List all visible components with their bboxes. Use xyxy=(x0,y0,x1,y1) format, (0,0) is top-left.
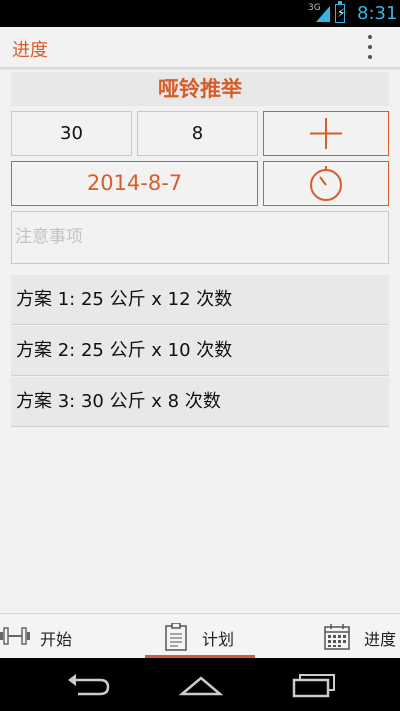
date-button[interactable]: 2014-8-7 xyxy=(11,161,258,206)
plan-item-2[interactable]: 方案 2: 25 公斤 x 10 次数 xyxy=(11,326,389,376)
tab-progress[interactable]: 进度 xyxy=(322,614,400,659)
home-icon[interactable] xyxy=(176,670,226,700)
overflow-menu-icon[interactable] xyxy=(360,33,380,61)
notes-field[interactable]: 注意事项 xyxy=(11,211,389,264)
status-bar: 3G ⚡ 8:31 xyxy=(0,0,400,27)
back-icon[interactable] xyxy=(64,670,114,700)
signal-icon xyxy=(316,6,330,22)
exercise-title: 哑铃推举 xyxy=(11,72,389,106)
system-nav-bar xyxy=(0,658,400,711)
timer-button[interactable] xyxy=(263,161,389,206)
dumbbell-icon xyxy=(0,627,30,645)
timer-icon xyxy=(310,166,342,201)
plan-item-3[interactable]: 方案 3: 30 公斤 x 8 次数 xyxy=(11,377,389,427)
tab-start[interactable]: 开始 xyxy=(0,614,140,659)
weight-field[interactable]: 30 xyxy=(11,111,132,156)
page-title: 进度 xyxy=(12,40,48,61)
recent-apps-icon[interactable] xyxy=(290,670,340,700)
clock: 8:31 xyxy=(357,3,398,24)
tab-plan[interactable]: 计划 xyxy=(145,614,255,659)
tab-progress-label: 进度 xyxy=(364,630,397,649)
plan-item-1[interactable]: 方案 1: 25 公斤 x 12 次数 xyxy=(11,275,389,325)
tab-bar: 开始 计划 进度 xyxy=(0,613,400,659)
plus-icon xyxy=(310,118,342,149)
tab-plan-label: 计划 xyxy=(202,630,235,649)
calendar-icon xyxy=(324,624,350,650)
reps-field[interactable]: 8 xyxy=(137,111,258,156)
clipboard-icon xyxy=(165,623,187,651)
tab-start-label: 开始 xyxy=(40,630,73,649)
add-button[interactable] xyxy=(263,111,389,156)
plan-list: 方案 1: 25 公斤 x 12 次数 方案 2: 25 公斤 x 10 次数 … xyxy=(11,275,389,428)
battery-icon: ⚡ xyxy=(335,1,345,23)
action-bar: 进度 xyxy=(0,27,400,68)
